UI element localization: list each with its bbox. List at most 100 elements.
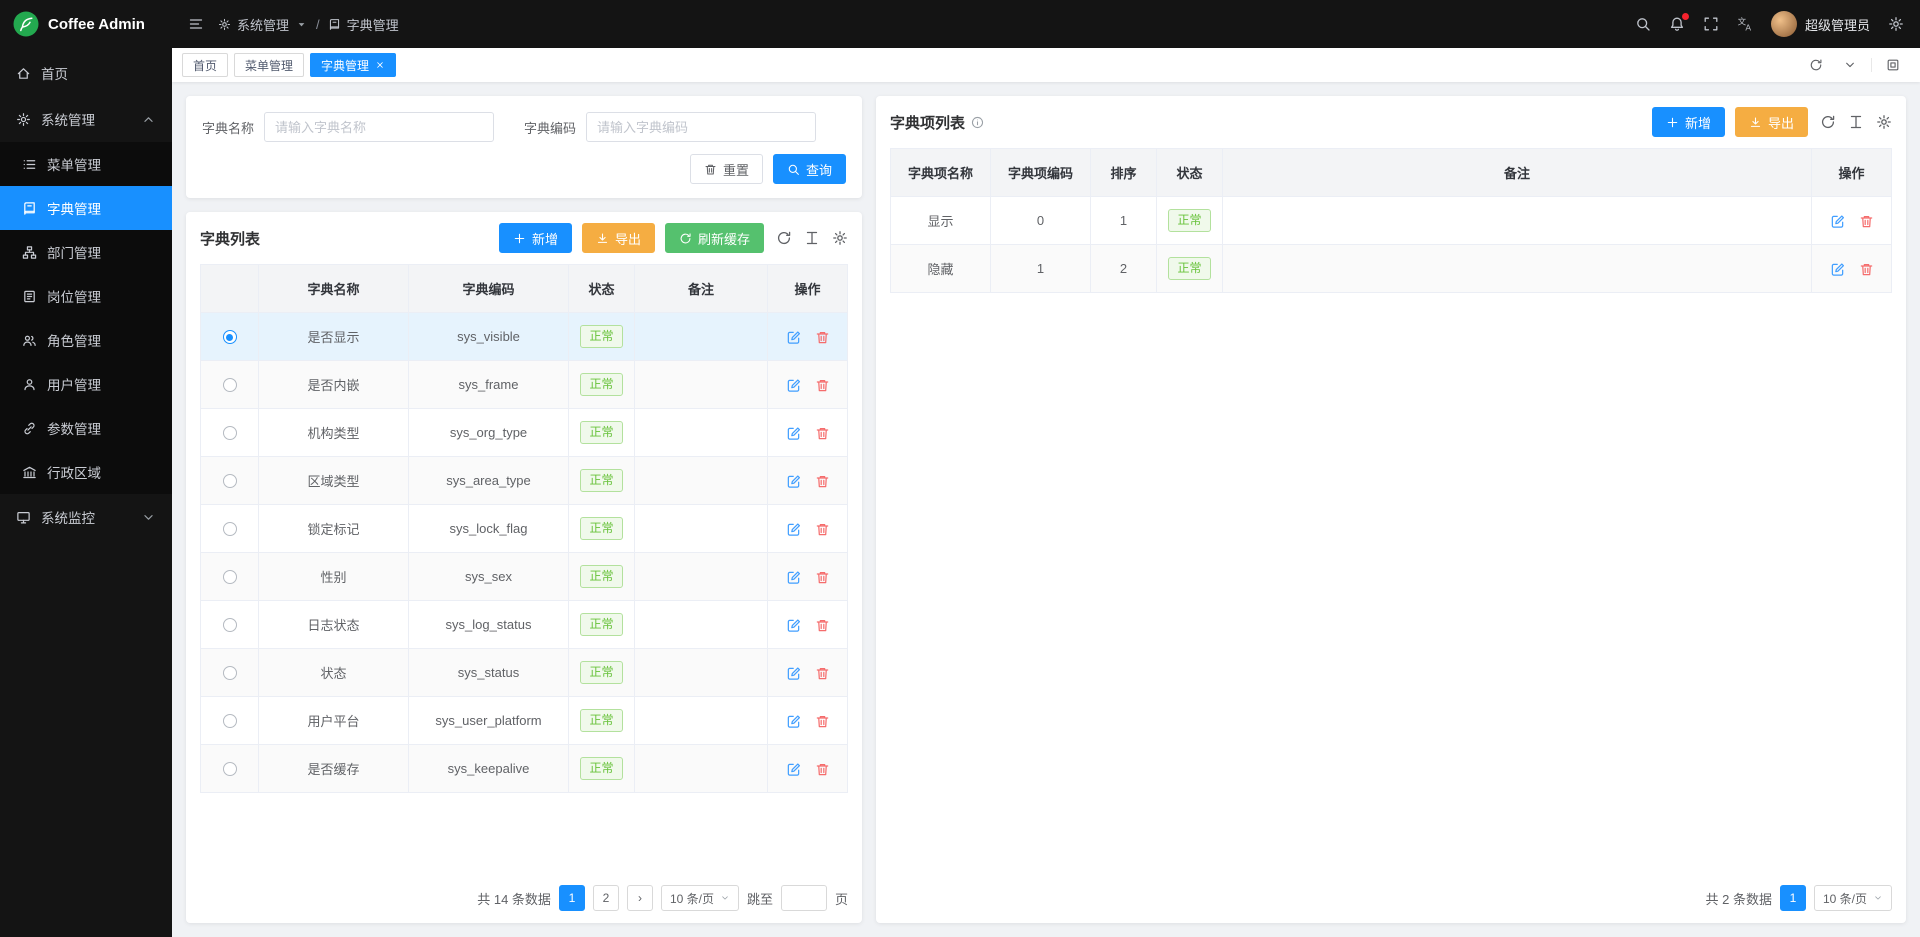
- delete-icon[interactable]: [815, 474, 830, 489]
- table-row[interactable]: 隐藏12正常: [891, 245, 1892, 293]
- delete-icon[interactable]: [1859, 214, 1874, 229]
- sidebar-item-role-management[interactable]: 角色管理: [0, 318, 172, 362]
- page-size-select[interactable]: 10 条/页: [661, 885, 739, 911]
- delete-icon[interactable]: [815, 378, 830, 393]
- table-row[interactable]: 性别sys_sex正常: [201, 553, 848, 601]
- delete-icon[interactable]: [815, 522, 830, 537]
- table-row[interactable]: 区域类型sys_area_type正常: [201, 457, 848, 505]
- table-row[interactable]: 状态sys_status正常: [201, 649, 848, 697]
- sidebar-item-dept-management[interactable]: 部门管理: [0, 230, 172, 274]
- table-row[interactable]: 日志状态sys_log_status正常: [201, 601, 848, 649]
- edit-icon[interactable]: [786, 474, 801, 489]
- row-radio[interactable]: [223, 474, 237, 488]
- edit-icon[interactable]: [786, 426, 801, 441]
- translate-icon[interactable]: 文A: [1737, 16, 1753, 32]
- refresh-table-icon[interactable]: [1820, 114, 1836, 130]
- edit-icon[interactable]: [786, 714, 801, 729]
- delete-icon[interactable]: [815, 666, 830, 681]
- row-radio[interactable]: [223, 378, 237, 392]
- fullscreen-icon[interactable]: [1703, 16, 1719, 32]
- row-radio[interactable]: [223, 522, 237, 536]
- add-dict-button[interactable]: 新增: [499, 223, 572, 253]
- edit-icon[interactable]: [786, 666, 801, 681]
- column-settings-icon[interactable]: [804, 230, 820, 246]
- row-radio[interactable]: [223, 330, 237, 344]
- edit-icon[interactable]: [1830, 262, 1845, 277]
- sidebar-item-post-management[interactable]: 岗位管理: [0, 274, 172, 318]
- collapse-sidebar-icon[interactable]: [188, 16, 204, 32]
- sidebar-item-label: 岗位管理: [47, 286, 101, 306]
- add-dict-item-button[interactable]: 新增: [1652, 107, 1725, 137]
- edit-icon[interactable]: [786, 762, 801, 777]
- export-dict-button[interactable]: 导出: [582, 223, 655, 253]
- dict-name-input[interactable]: [264, 112, 494, 142]
- sidebar-item-dict-management[interactable]: 字典管理: [0, 186, 172, 230]
- delete-icon[interactable]: [815, 426, 830, 441]
- export-dict-items-button[interactable]: 导出: [1735, 107, 1808, 137]
- refresh-table-icon[interactable]: [776, 230, 792, 246]
- dict-code-cell: sys_lock_flag: [409, 505, 569, 553]
- info-icon[interactable]: [971, 116, 984, 129]
- close-icon[interactable]: [375, 60, 385, 70]
- delete-icon[interactable]: [815, 570, 830, 585]
- delete-icon[interactable]: [815, 618, 830, 633]
- row-radio[interactable]: [223, 426, 237, 440]
- page-button-1[interactable]: 1: [1780, 885, 1806, 911]
- table-row[interactable]: 锁定标记sys_lock_flag正常: [201, 505, 848, 553]
- table-row[interactable]: 是否显示sys_visible正常: [201, 313, 848, 361]
- search-icon[interactable]: [1635, 16, 1651, 32]
- edit-icon[interactable]: [786, 378, 801, 393]
- dict-code-input[interactable]: [586, 112, 816, 142]
- tab-options-icon[interactable]: [1833, 58, 1867, 72]
- edit-icon[interactable]: [786, 618, 801, 633]
- delete-icon[interactable]: [815, 762, 830, 777]
- sidebar-item-system-management[interactable]: 系统管理: [0, 96, 172, 142]
- query-button[interactable]: 查询: [773, 154, 846, 184]
- row-radio[interactable]: [223, 666, 237, 680]
- sidebar-item-param-management[interactable]: 参数管理: [0, 406, 172, 450]
- row-radio[interactable]: [223, 762, 237, 776]
- edit-icon[interactable]: [786, 522, 801, 537]
- table-row[interactable]: 机构类型sys_org_type正常: [201, 409, 848, 457]
- next-page-button[interactable]: ›: [627, 885, 653, 911]
- page-size-select[interactable]: 10 条/页: [1814, 885, 1892, 911]
- row-radio[interactable]: [223, 714, 237, 728]
- row-radio[interactable]: [223, 570, 237, 584]
- table-settings-icon[interactable]: [832, 230, 848, 246]
- page-button-2[interactable]: 2: [593, 885, 619, 911]
- jump-page-input[interactable]: [781, 885, 827, 911]
- sidebar-item-menu-management[interactable]: 菜单管理: [0, 142, 172, 186]
- delete-icon[interactable]: [1859, 262, 1874, 277]
- refresh-page-icon[interactable]: [1799, 58, 1833, 72]
- row-radio[interactable]: [223, 618, 237, 632]
- edit-icon[interactable]: [786, 570, 801, 585]
- user-menu[interactable]: 超级管理员: [1771, 11, 1870, 37]
- sidebar-item-user-management[interactable]: 用户管理: [0, 362, 172, 406]
- content-fullscreen-icon[interactable]: [1871, 58, 1910, 72]
- item-name-cell: 显示: [891, 197, 991, 245]
- sidebar-item-system-monitor[interactable]: 系统监控: [0, 494, 172, 540]
- refresh-icon: [679, 232, 692, 245]
- table-settings-icon[interactable]: [1876, 114, 1892, 130]
- table-row[interactable]: 是否缓存sys_keepalive正常: [201, 745, 848, 793]
- tab-dict-management[interactable]: 字典管理: [310, 53, 396, 77]
- edit-icon[interactable]: [1830, 214, 1845, 229]
- settings-gear-icon[interactable]: [1888, 16, 1904, 32]
- sidebar-item-region-management[interactable]: 行政区域: [0, 450, 172, 494]
- page-button-1[interactable]: 1: [559, 885, 585, 911]
- notifications-button[interactable]: [1669, 16, 1685, 32]
- tab-menu-management[interactable]: 菜单管理: [234, 53, 304, 77]
- edit-icon[interactable]: [786, 330, 801, 345]
- refresh-cache-button[interactable]: 刷新缓存: [665, 223, 764, 253]
- breadcrumb-item-system[interactable]: 系统管理: [237, 15, 289, 34]
- tab-home[interactable]: 首页: [182, 53, 228, 77]
- column-settings-icon[interactable]: [1848, 114, 1864, 130]
- table-row[interactable]: 是否内嵌sys_frame正常: [201, 361, 848, 409]
- table-row[interactable]: 用户平台sys_user_platform正常: [201, 697, 848, 745]
- reset-button[interactable]: 重置: [690, 154, 763, 184]
- delete-icon[interactable]: [815, 330, 830, 345]
- sidebar-item-home[interactable]: 首页: [0, 50, 172, 96]
- tab-label: 菜单管理: [245, 57, 293, 74]
- delete-icon[interactable]: [815, 714, 830, 729]
- table-row[interactable]: 显示01正常: [891, 197, 1892, 245]
